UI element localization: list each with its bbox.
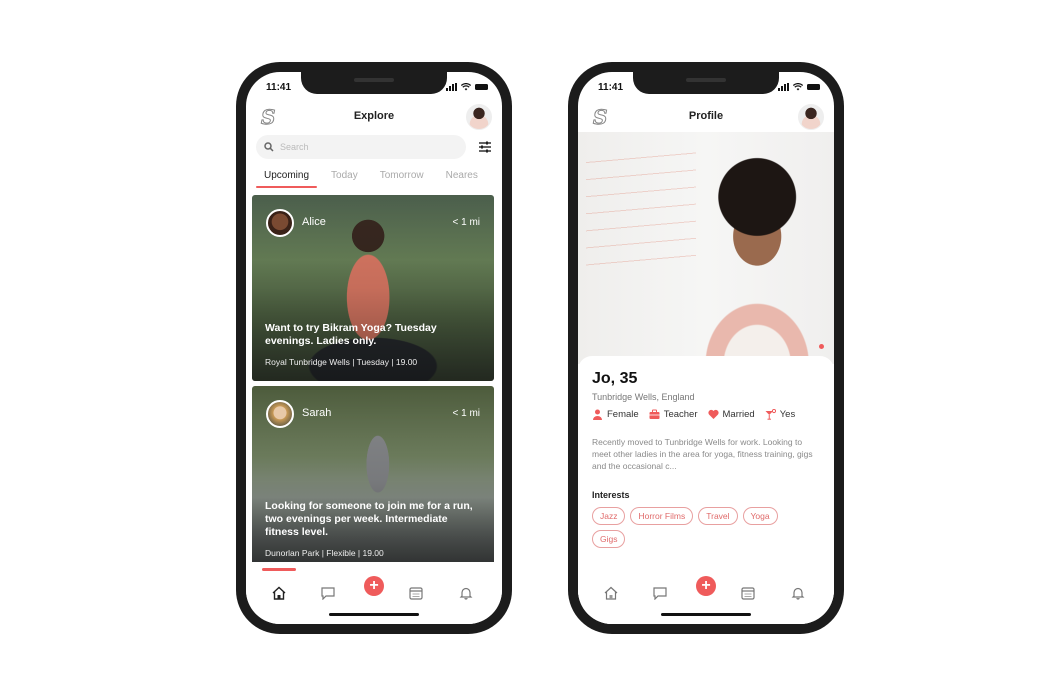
phone-profile: 11:41 S Profile Jo, 35 Tunbridge Wells, … [568,62,844,634]
event-card[interactable]: Sarah < 1 mi Looking for someone to join… [252,386,494,572]
interest-chip[interactable]: Gigs [592,530,626,548]
notch [301,72,447,94]
card-title: Want to try Bikram Yoga? Tuesday evening… [265,322,437,347]
search-bar[interactable] [256,135,466,159]
profile-bio: Recently moved to Tunbridge Wells for wo… [592,437,813,471]
status-time: 11:41 [266,82,292,93]
app-header: S Profile [578,102,834,132]
calendar-icon[interactable] [740,586,756,600]
profile-name-age: Jo, 35 [592,370,638,387]
wifi-icon [461,83,471,91]
add-button[interactable]: + [364,576,384,596]
search-input[interactable] [280,142,440,152]
tab-nearest[interactable]: Neares [438,166,486,188]
profile-location: Tunbridge Wells, England [592,392,695,402]
tab-today[interactable]: Today [323,166,366,188]
interest-chip[interactable]: Yoga [742,507,778,525]
heart-icon [707,409,719,419]
card-avatar[interactable] [266,400,294,428]
chat-icon[interactable] [320,586,336,600]
card-avatar[interactable] [266,209,294,237]
attr-label: Yes [779,409,796,420]
status-time: 11:41 [598,82,624,93]
tab-tomorrow[interactable]: Tomorrow [372,166,432,188]
tab-upcoming[interactable]: Upcoming [256,166,318,188]
photo-indicator-dot [819,344,824,349]
attr-label: Female [607,409,639,420]
attr-label: Teacher [663,409,698,420]
signal-icon [446,83,457,91]
attr-occupation: Teacher [649,409,698,420]
interests-heading: Interests [592,490,630,500]
home-icon[interactable] [271,586,287,600]
speaker [354,78,394,82]
page-title: Profile [688,110,724,122]
interests-list: Jazz Horror Films Travel Yoga Gigs [592,507,792,548]
status-icons [446,83,488,91]
interest-chip[interactable]: Travel [698,507,738,525]
attr-label: Married [722,409,755,420]
user-avatar[interactable] [798,104,824,130]
profile-screen: 11:41 S Profile Jo, 35 Tunbridge Wells, … [578,72,834,624]
signal-icon [778,83,789,91]
card-distance: < 1 mi [452,217,480,228]
interest-chip[interactable]: Jazz [592,507,626,525]
page-title: Explore [353,110,395,122]
card-host-name: Sarah [302,407,332,419]
chat-icon[interactable] [652,586,668,600]
interest-chip[interactable]: Horror Films [630,507,694,525]
app-header: S Explore [246,102,502,132]
event-card[interactable]: Alice < 1 mi Want to try Bikram Yoga? Tu… [252,195,494,381]
bottom-nav: + [578,562,834,624]
cocktail-icon [765,409,776,420]
battery-icon [807,84,820,90]
search-icon [264,142,274,152]
nav-active-indicator [262,568,296,571]
bell-icon[interactable] [790,586,806,600]
speaker [686,78,726,82]
bottom-nav: + [246,562,502,624]
battery-icon [475,84,488,90]
attr-relationship: Married [707,409,755,420]
phone-explore: 11:41 S Explore Upcoming Today Tomorrow … [236,62,512,634]
card-meta: Dunorlan Park | Flexible | 19.00 [265,548,384,558]
wifi-icon [793,83,803,91]
card-distance: < 1 mi [452,408,480,419]
user-avatar[interactable] [466,104,492,130]
tabs: Upcoming Today Tomorrow Neares [256,166,502,188]
status-icons [778,83,820,91]
card-title: Looking for someone to join me for a run… [265,500,473,538]
add-button[interactable]: + [696,576,716,596]
photo-background [586,146,696,266]
briefcase-icon [649,409,660,419]
filter-icon[interactable] [478,140,492,154]
calendar-icon[interactable] [408,586,424,600]
explore-screen: 11:41 S Explore Upcoming Today Tomorrow … [246,72,502,624]
person-icon [593,409,602,420]
profile-attributes: Female Teacher Married Yes [592,409,820,420]
card-host-name: Alice [302,216,326,228]
home-icon[interactable] [603,586,619,600]
notch [633,72,779,94]
profile-photo[interactable] [578,132,834,364]
attr-drinks: Yes [765,409,796,420]
home-indicator[interactable] [329,613,419,616]
attr-gender: Female [592,409,639,420]
bell-icon[interactable] [458,586,474,600]
card-meta: Royal Tunbridge Wells | Tuesday | 19.00 [265,357,418,367]
home-indicator[interactable] [661,613,751,616]
